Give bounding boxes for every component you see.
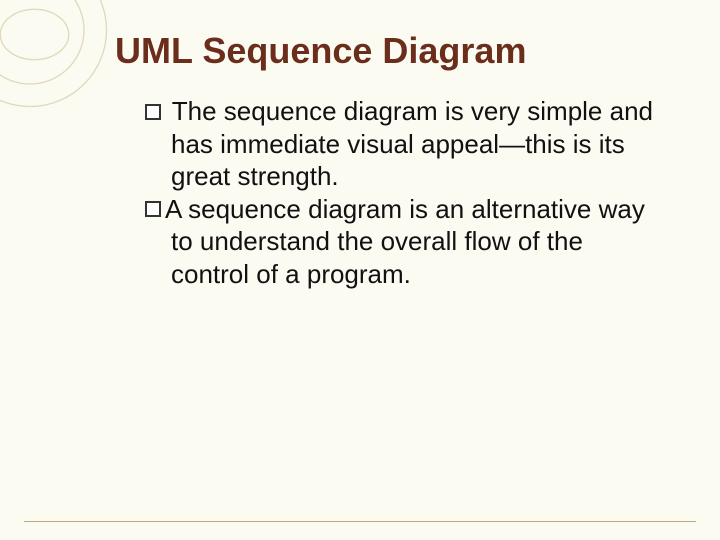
bullet-item: A sequence diagram is an alternative way… — [145, 193, 660, 291]
bullet-text: The sequence diagram is very simple and … — [165, 96, 653, 191]
checkbox-icon — [145, 201, 161, 217]
slide-title: UML Sequence Diagram — [115, 30, 660, 71]
bullet-text: A sequence diagram is an alternative way… — [165, 194, 645, 289]
bottom-divider — [24, 521, 696, 522]
slide-body: The sequence diagram is very simple and … — [115, 95, 660, 290]
bullet-item: The sequence diagram is very simple and … — [145, 95, 660, 193]
checkbox-icon — [145, 104, 161, 120]
slide: UML Sequence Diagram The sequence diagra… — [0, 0, 720, 320]
